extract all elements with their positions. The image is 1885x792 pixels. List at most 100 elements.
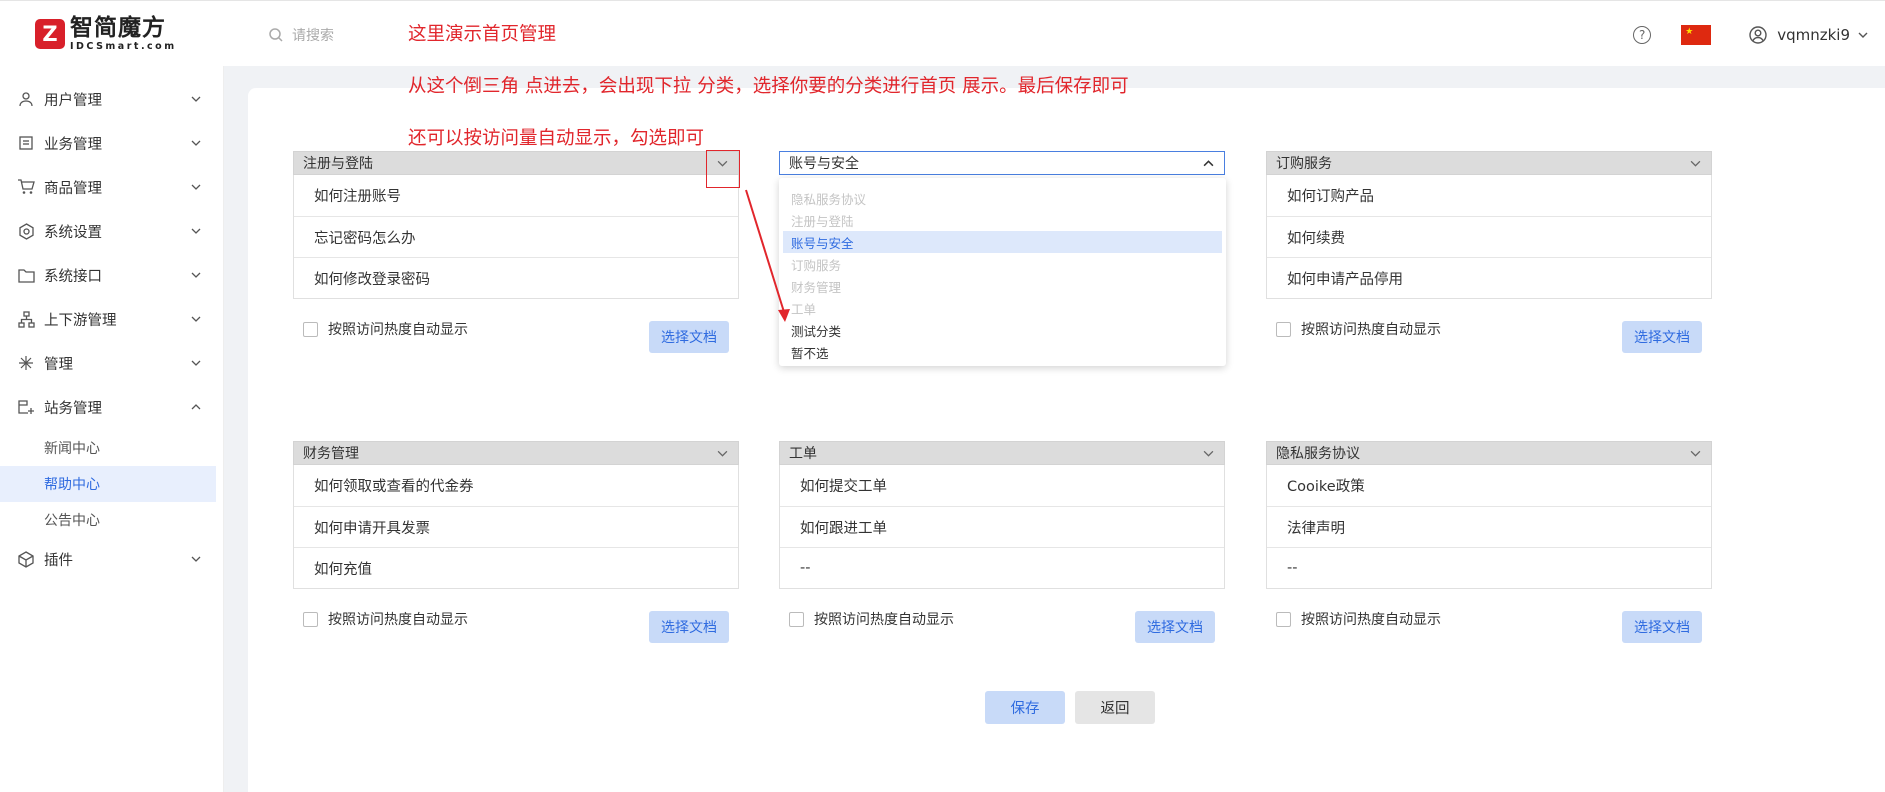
- choose-doc-button[interactable]: 选择文档: [1622, 611, 1702, 643]
- auto-display-checkbox[interactable]: 按照访问热度自动显示: [303, 319, 468, 339]
- category-select-value: 隐私服务协议: [1276, 446, 1360, 462]
- category-select[interactable]: 工单: [779, 441, 1225, 465]
- category-select-value: 工单: [789, 446, 817, 462]
- dropdown-option[interactable]: 测试分类: [779, 319, 1226, 341]
- checkbox-box[interactable]: [303, 321, 318, 337]
- sidebar-item-product-management[interactable]: 商品管理: [0, 169, 224, 205]
- document-icon: [17, 134, 35, 152]
- help-icon[interactable]: ?: [1633, 26, 1652, 44]
- china-flag-icon[interactable]: ★: [1681, 25, 1712, 45]
- sidebar-item-label: 系统设置: [44, 224, 102, 241]
- dropdown-option-selected[interactable]: 账号与安全: [783, 231, 1222, 253]
- cart-icon: [17, 178, 35, 196]
- chevron-down-icon: [191, 360, 201, 366]
- dropdown-option[interactable]: 财务管理: [779, 275, 1226, 297]
- doc-row[interactable]: 如何申请开具发票: [294, 506, 738, 547]
- chevron-down-icon: [191, 96, 201, 102]
- doc-row[interactable]: 如何领取或查看的代金券: [294, 465, 738, 506]
- checkbox-box[interactable]: [789, 611, 804, 627]
- chevron-down-icon[interactable]: [1690, 448, 1701, 459]
- doc-row[interactable]: 如何修改登录密码: [294, 257, 738, 298]
- doc-row[interactable]: 如何跟进工单: [780, 506, 1224, 547]
- chevron-down-icon: [191, 184, 201, 190]
- choose-doc-button[interactable]: 选择文档: [649, 321, 729, 353]
- sparkle-icon: [17, 354, 35, 372]
- search-box[interactable]: 请搜索: [268, 25, 334, 45]
- category-select[interactable]: 财务管理: [293, 441, 739, 465]
- annotation-note: 这里演示首页管理: [408, 24, 557, 45]
- doc-row[interactable]: Cooike政策: [1267, 465, 1711, 506]
- category-card: 订购服务 如何订购产品 如何续费 如何申请产品停用 按照访问热度自动显示 选择文…: [1266, 151, 1712, 353]
- category-select[interactable]: 订购服务: [1266, 151, 1712, 175]
- dropdown-option[interactable]: 注册与登陆: [779, 209, 1226, 231]
- dropdown-option[interactable]: 订购服务: [779, 253, 1226, 275]
- chevron-down-icon[interactable]: [1203, 448, 1214, 459]
- sidebar-item-system-settings[interactable]: 系统设置: [0, 213, 224, 249]
- chevron-down-icon[interactable]: [717, 448, 728, 459]
- auto-display-checkbox[interactable]: 按照访问热度自动显示: [1276, 319, 1441, 339]
- username: vqmnzki9: [1777, 26, 1850, 44]
- doc-row[interactable]: 如何提交工单: [780, 465, 1224, 506]
- dropdown-option[interactable]: 隐私服务协议: [779, 187, 1226, 209]
- doc-row[interactable]: --: [1267, 547, 1711, 588]
- user-menu[interactable]: vqmnzki9: [1749, 26, 1868, 44]
- annotation-note: 还可以按访问量自动显示，勾选即可: [408, 128, 705, 149]
- sidebar-sub-help-center[interactable]: 帮助中心: [0, 466, 216, 502]
- checkbox-box[interactable]: [1276, 321, 1291, 337]
- doc-row[interactable]: 法律声明: [1267, 506, 1711, 547]
- chevron-up-icon[interactable]: [1203, 158, 1214, 169]
- sidebar-item-user-management[interactable]: 用户管理: [0, 81, 224, 117]
- auto-display-checkbox[interactable]: 按照访问热度自动显示: [303, 609, 468, 629]
- category-select-value: 订购服务: [1276, 156, 1332, 172]
- sidebar-item-upstream-downstream[interactable]: 上下游管理: [0, 301, 224, 337]
- choose-doc-button[interactable]: 选择文档: [1135, 611, 1215, 643]
- sidebar-item-label: 商品管理: [44, 180, 102, 197]
- chevron-up-icon: [191, 404, 201, 410]
- search-placeholder[interactable]: 请搜索: [292, 25, 334, 45]
- doc-row[interactable]: 忘记密码怎么办: [294, 216, 738, 257]
- sidebar-item-label: 系统接口: [44, 268, 102, 285]
- doc-row[interactable]: --: [780, 547, 1224, 588]
- doc-row[interactable]: 如何充值: [294, 547, 738, 588]
- save-button[interactable]: 保存: [985, 691, 1065, 724]
- logo-name: 智简魔方: [70, 15, 166, 41]
- category-select[interactable]: 隐私服务协议: [1266, 441, 1712, 465]
- sidebar-item-site-management[interactable]: 站务管理: [0, 389, 224, 425]
- doc-row[interactable]: 如何订购产品: [1267, 175, 1711, 216]
- annotation-note: 从这个倒三角 点进去，会出现下拉 分类，选择你要的分类进行首页 展示。最后保存即…: [408, 76, 1129, 97]
- sidebar-item-management[interactable]: 管理: [0, 345, 224, 381]
- auto-display-checkbox[interactable]: 按照访问热度自动显示: [789, 609, 954, 629]
- doc-row[interactable]: 如何注册账号: [294, 175, 738, 216]
- sidebar-item-plugins[interactable]: 插件: [0, 541, 224, 577]
- sidebar-item-label: 管理: [44, 356, 73, 373]
- choose-doc-button[interactable]: 选择文档: [1622, 321, 1702, 353]
- dropdown-option[interactable]: 暂不选: [779, 341, 1226, 363]
- checkbox-box[interactable]: [1276, 611, 1291, 627]
- checkbox-box[interactable]: [303, 611, 318, 627]
- auto-display-checkbox[interactable]: 按照访问热度自动显示: [1276, 609, 1441, 629]
- category-card: 工单 如何提交工单 如何跟进工单 -- 按照访问热度自动显示 选择文档: [779, 441, 1225, 643]
- folder-icon: [17, 266, 35, 284]
- category-select[interactable]: 注册与登陆: [293, 151, 739, 175]
- doc-row[interactable]: 如何申请产品停用: [1267, 257, 1711, 298]
- dropdown-option[interactable]: 工单: [779, 297, 1226, 319]
- checkbox-label: 按照访问热度自动显示: [814, 612, 954, 628]
- sidebar-item-business-management[interactable]: 业务管理: [0, 125, 224, 161]
- category-select[interactable]: 账号与安全: [779, 151, 1225, 175]
- back-button[interactable]: 返回: [1075, 691, 1155, 724]
- network-icon: [17, 310, 35, 328]
- doc-row[interactable]: 如何续费: [1267, 216, 1711, 257]
- category-select-value: 账号与安全: [789, 156, 859, 172]
- sidebar-sub-announcement-center[interactable]: 公告中心: [0, 502, 216, 538]
- logo[interactable]: Z 智简魔方 IDCSmart.com: [35, 17, 177, 52]
- user-circle-icon: [1749, 26, 1767, 44]
- choose-doc-button[interactable]: 选择文档: [649, 611, 729, 643]
- logo-domain: IDCSmart.com: [70, 41, 177, 52]
- sidebar-item-system-interface[interactable]: 系统接口: [0, 257, 224, 293]
- sidebar-sub-news-center[interactable]: 新闻中心: [0, 430, 216, 466]
- category-card: 隐私服务协议 Cooike政策 法律声明 -- 按照访问热度自动显示 选择文档: [1266, 441, 1712, 643]
- checkbox-label: 按照访问热度自动显示: [328, 322, 468, 338]
- category-card: 注册与登陆 如何注册账号 忘记密码怎么办 如何修改登录密码 按照访问热度自动显示…: [293, 151, 739, 353]
- category-dropdown: 隐私服务协议 注册与登陆 账号与安全 订购服务 财务管理 工单 测试分类 暂不选: [779, 178, 1226, 366]
- chevron-down-icon[interactable]: [1690, 158, 1701, 169]
